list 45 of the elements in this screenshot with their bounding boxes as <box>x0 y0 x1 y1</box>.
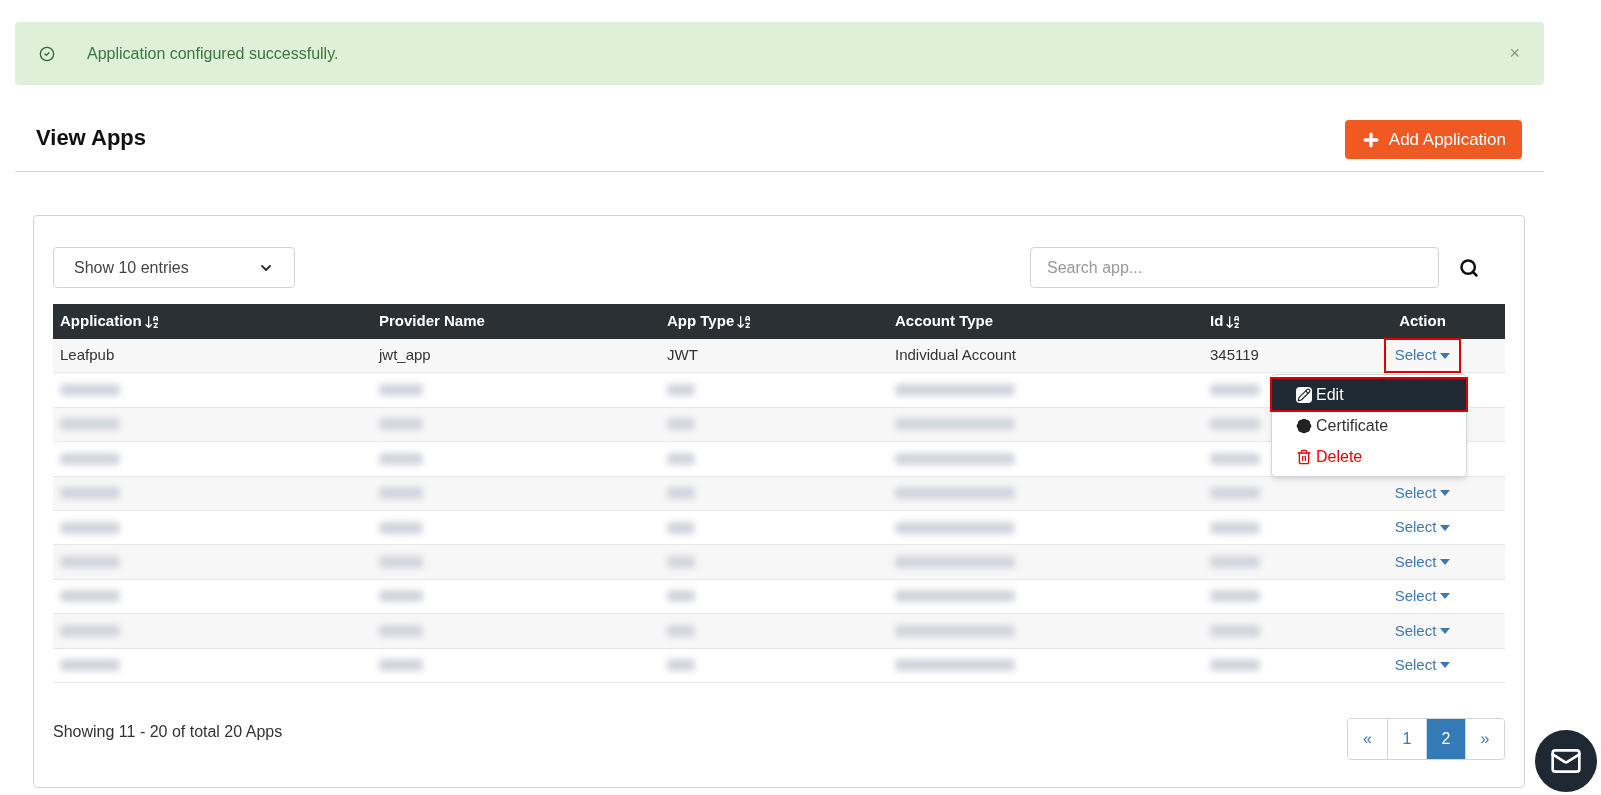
page-link[interactable]: 2 <box>1426 718 1465 759</box>
caret-down-icon <box>1440 352 1451 359</box>
entries-select[interactable]: Show 10 entries <box>53 247 295 288</box>
close-button[interactable]: × <box>1509 40 1520 67</box>
caret-down-icon <box>1440 490 1451 497</box>
trash-icon <box>1296 448 1312 465</box>
column-header[interactable]: App Type <box>667 310 735 333</box>
menu-item[interactable]: Certificate <box>1272 410 1466 442</box>
column-header[interactable]: Application <box>60 310 142 333</box>
table-cell: Individual Account <box>895 346 1016 364</box>
select-dropdown[interactable]: Select <box>1385 512 1460 544</box>
select-dropdown[interactable]: Select <box>1385 477 1460 509</box>
menu-item[interactable]: Delete <box>1272 441 1466 473</box>
column-header: Action <box>1399 311 1446 332</box>
caret-down-icon <box>1440 662 1451 669</box>
caret-down-icon <box>1440 524 1451 531</box>
caret-down-icon <box>1440 559 1451 566</box>
menu-item[interactable]: Edit <box>1272 379 1466 411</box>
table-cell: jwt_app <box>379 346 431 364</box>
select-dropdown[interactable]: Select <box>1385 340 1460 372</box>
entries-summary: Showing 11 - 20 of total 20 Apps <box>53 721 283 742</box>
column-header: Account Type <box>895 311 994 332</box>
column-header[interactable]: Id <box>1210 310 1224 333</box>
page-link[interactable]: » <box>1465 718 1504 759</box>
column-header: Provider Name <box>379 311 485 332</box>
select-dropdown[interactable]: Select <box>1385 649 1460 681</box>
caret-down-icon <box>1440 593 1451 600</box>
search-field[interactable]: Search app... <box>1030 247 1439 288</box>
select-dropdown[interactable]: Select <box>1385 546 1460 578</box>
caret-down-icon <box>1440 627 1451 634</box>
select-dropdown[interactable]: Select <box>1385 580 1460 612</box>
search-icon[interactable] <box>1459 257 1479 278</box>
page-title: View Apps <box>36 124 147 152</box>
select-dropdown[interactable]: Select <box>1385 615 1460 647</box>
badge-icon <box>1296 417 1312 434</box>
check-circle-icon <box>39 45 55 62</box>
sort-icon[interactable] <box>143 313 160 330</box>
table-cell: 345119 <box>1210 346 1259 364</box>
alert-message: Application configured successfully. <box>87 43 339 64</box>
sort-icon[interactable] <box>736 313 753 330</box>
pencil-icon <box>1296 386 1312 403</box>
table-cell: JWT <box>667 346 698 364</box>
add-application-button[interactable]: Add Application <box>1344 120 1522 159</box>
sort-icon[interactable] <box>1225 313 1242 330</box>
table-cell: Leafpub <box>60 346 115 364</box>
